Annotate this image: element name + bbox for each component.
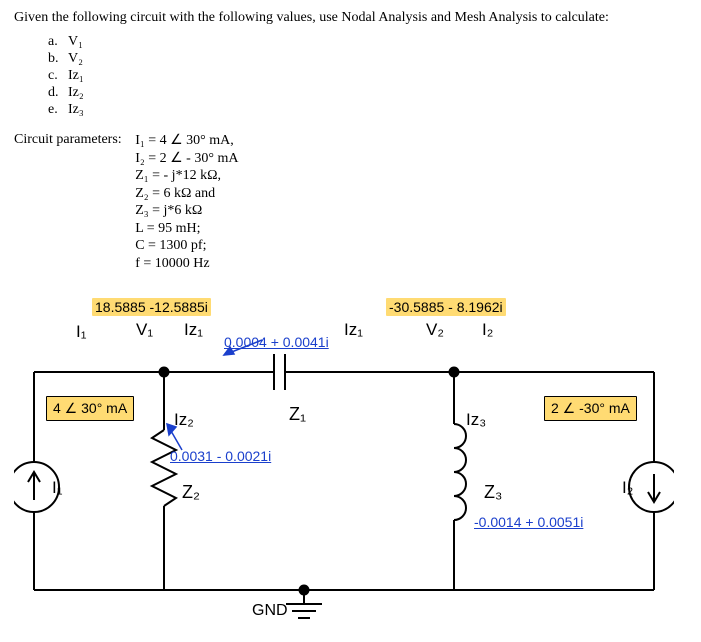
intro-text: Given the following circuit with the fol… bbox=[14, 10, 687, 26]
z1-value: 0.0004 + 0.0041i bbox=[224, 334, 329, 350]
param-l1: I₁ = 4 ∠ 30° mA, bbox=[135, 132, 238, 150]
param-l4: Z₂ = 6 kΩ and bbox=[135, 185, 238, 203]
param-l5: Z₃ = j*6 kΩ bbox=[135, 202, 238, 220]
z1-label: Z₁ bbox=[289, 404, 306, 425]
param-l7: C = 1300 pf; bbox=[135, 237, 238, 255]
question-list: a.V₁ b.V₂ c.Iᴢ₁ d.Iᴢ₂ e.Iᴢ₃ bbox=[48, 34, 687, 118]
gnd-label: GND bbox=[252, 602, 288, 620]
param-l6: L = 95 mH; bbox=[135, 220, 238, 238]
z3-value: -0.0014 + 0.0051i bbox=[474, 514, 583, 530]
val-c: Iᴢ₁ bbox=[68, 68, 84, 83]
iz2-label: Iz₂ bbox=[174, 410, 194, 430]
circuit-svg bbox=[14, 292, 674, 632]
i2-top-label: I₂ bbox=[482, 320, 493, 340]
i1-side-label: I₁ bbox=[52, 478, 62, 498]
i1-top-label: I₁ bbox=[76, 322, 86, 342]
params-block: Circuit parameters: I₁ = 4 ∠ 30° mA, I₂ … bbox=[14, 132, 687, 272]
marker-a: a. bbox=[48, 34, 68, 50]
circuit-diagram: 18.5885 -12.5885i I₁ V₁ Iz₁ 0.0004 + 0.0… bbox=[14, 292, 674, 632]
node-v2-value: -30.5885 - 8.1962i bbox=[386, 298, 506, 316]
marker-b: b. bbox=[48, 51, 68, 67]
val-b: V₂ bbox=[68, 51, 83, 66]
v2-label: V₂ bbox=[426, 320, 444, 340]
source2-value: 2 ∠ -30° mA bbox=[544, 396, 637, 421]
z2-value: 0.0031 - 0.0021i bbox=[170, 448, 271, 464]
param-l8: f = 10000 Hz bbox=[135, 255, 238, 273]
marker-e: e. bbox=[48, 102, 68, 118]
param-l2: I₂ = 2 ∠ - 30° mA bbox=[135, 150, 238, 168]
z2-label: Z₂ bbox=[182, 482, 200, 503]
val-e: Iᴢ₃ bbox=[68, 102, 84, 117]
iz1-right-label: Iz₁ bbox=[344, 320, 363, 340]
item-a: a.V₁ bbox=[48, 34, 687, 50]
params-lines: I₁ = 4 ∠ 30° mA, I₂ = 2 ∠ - 30° mA Z₁ = … bbox=[135, 132, 238, 272]
item-d: d.Iᴢ₂ bbox=[48, 85, 687, 101]
item-c: c.Iᴢ₁ bbox=[48, 68, 687, 84]
i2-side-label: I₂ bbox=[622, 478, 633, 498]
marker-c: c. bbox=[48, 68, 68, 84]
val-a: V₁ bbox=[68, 34, 83, 49]
val-d: Iᴢ₂ bbox=[68, 85, 84, 100]
iz1-label: Iz₁ bbox=[184, 320, 203, 340]
z3-label: Z₃ bbox=[484, 482, 502, 503]
iz3-label: Iz₃ bbox=[466, 410, 486, 430]
marker-d: d. bbox=[48, 85, 68, 101]
params-label: Circuit parameters: bbox=[14, 132, 122, 148]
item-e: e.Iᴢ₃ bbox=[48, 102, 687, 118]
param-l3: Z₁ = - j*12 kΩ, bbox=[135, 167, 238, 185]
v1-label: V₁ bbox=[136, 320, 153, 340]
source1-value: 4 ∠ 30° mA bbox=[46, 396, 134, 421]
item-b: b.V₂ bbox=[48, 51, 687, 67]
node-v1-value: 18.5885 -12.5885i bbox=[92, 298, 211, 316]
